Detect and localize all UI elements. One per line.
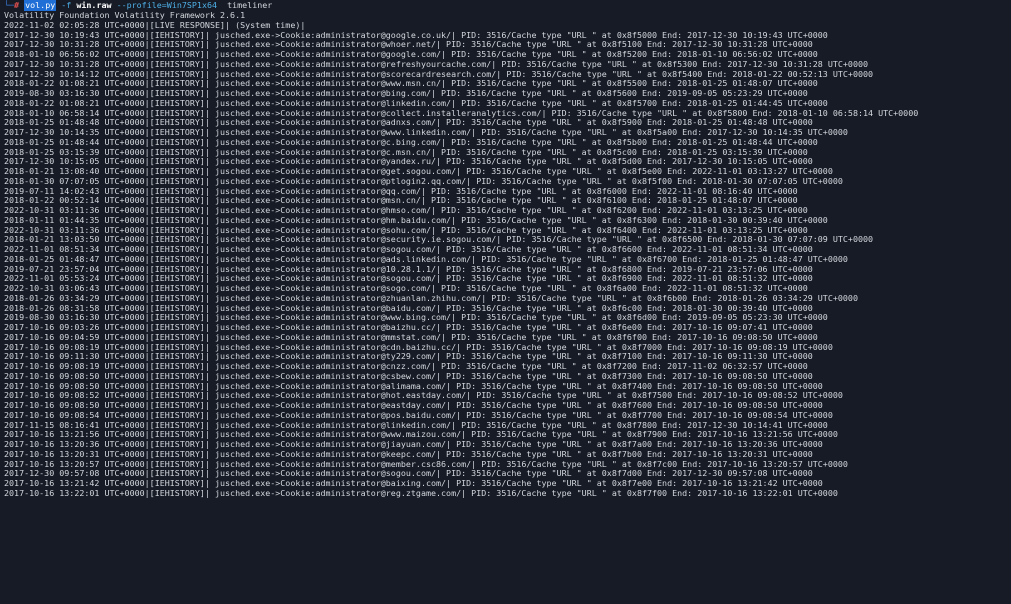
terminal-output: Volatility Foundation Volatility Framewo… [4, 11, 1011, 499]
prompt-corner: └─ [4, 0, 15, 10]
timeline-entry: 2017-10-16 09:08:19 UTC+0000|[IEHISTORY]… [4, 362, 808, 371]
timeline-entry: 2018-01-22 01:08:21 UTC+0000|[IEHISTORY]… [4, 79, 818, 89]
timeline-entry: 2017-12-30 10:31:28 UTC+0000|[IEHISTORY]… [4, 59, 869, 69]
profile-argument: --profile=Win7SP1x64 [116, 0, 218, 10]
timeline-entry: 2017-10-16 09:11:30 UTC+0000|[IEHISTORY]… [4, 352, 813, 362]
framework-banner: Volatility Foundation Volatility Framewo… [4, 11, 246, 20]
timeline-entry: 2018-01-25 01:48:48 UTC+0000|[IEHISTORY]… [4, 118, 813, 128]
timeline-entry: 2017-10-16 09:08:50 UTC+0000|[IEHISTORY]… [4, 381, 823, 391]
timeline-entry: 2017-12-30 10:14:35 UTC+0000|[IEHISTORY]… [4, 128, 848, 137]
timeline-entry: 2017-10-16 09:04:59 UTC+0000|[IEHISTORY]… [4, 332, 818, 342]
timeline-entry: 2017-11-15 08:16:41 UTC+0000|[IEHISTORY]… [4, 420, 828, 430]
plugin-name: timeliner [227, 0, 273, 10]
timeline-entry: 2019-08-30 03:16:30 UTC+0000|[IEHISTORY]… [4, 89, 808, 98]
timeline-entry: 2019-08-30 03:16:30 UTC+0000|[IEHISTORY]… [4, 313, 828, 323]
timeline-entry: 2019-07-21 23:57:04 UTC+0000|[IEHISTORY]… [4, 264, 813, 274]
timeline-entry: 2017-10-16 13:21:42 UTC+0000|[IEHISTORY]… [4, 479, 823, 488]
memory-image-file: win.raw [76, 0, 112, 10]
timeline-entry: 2018-01-10 06:56:02 UTC+0000|[IEHISTORY]… [4, 50, 818, 59]
timeline-entry: 2018-01-22 01:08:21 UTC+0000|[IEHISTORY]… [4, 98, 828, 108]
file-flag: -f [61, 0, 72, 10]
timeline-entry: 2019-07-11 14:02:43 UTC+0000|[IEHISTORY]… [4, 186, 798, 196]
timeline-entry: 2018-01-25 01:48:47 UTC+0000|[IEHISTORY]… [4, 254, 848, 264]
terminal-window[interactable]: └─ # vol.py -f win.raw --profile=Win7SP1x… [0, 0, 1011, 604]
timeline-entry: 2018-01-26 03:34:29 UTC+0000|[IEHISTORY]… [4, 293, 858, 303]
timeline-entry: 2018-01-30 07:07:05 UTC+0000|[IEHISTORY]… [4, 176, 843, 186]
timeline-entry: 2017-10-16 13:21:56 UTC+0000|[IEHISTORY]… [4, 430, 838, 440]
timeline-entry: 2018-01-25 03:15:39 UTC+0000|[IEHISTORY]… [4, 147, 808, 157]
timeline-entry: 2017-10-16 13:20:36 UTC+0000|[IEHISTORY]… [4, 440, 823, 449]
timeline-entry: 2017-10-16 13:22:01 UTC+0000|[IEHISTORY]… [4, 488, 838, 498]
timeline-entry: 2018-01-21 13:03:50 UTC+0000|[IEHISTORY]… [4, 235, 874, 245]
timeline-entry: 2022-10-31 03:11:36 UTC+0000|[IEHISTORY]… [4, 225, 808, 235]
timeline-entry: 2017-12-30 10:14:12 UTC+0000|[IEHISTORY]… [4, 69, 874, 79]
timeline-entry: 2022-10-31 03:11:36 UTC+0000|[IEHISTORY]… [4, 206, 808, 215]
timeline-entry: 2017-12-30 10:19:43 UTC+0000|[IEHISTORY]… [4, 30, 828, 40]
timeline-entry: 2022-11-02 02:05:28 UTC+0000|[LIVE RESPO… [4, 20, 306, 30]
timeline-entry: 2017-10-16 09:08:54 UTC+0000|[IEHISTORY]… [4, 410, 833, 420]
timeline-entry: 2022-11-01 08:51:34 UTC+0000|[IEHISTORY]… [4, 245, 813, 254]
timeline-entry: 2017-10-16 09:08:50 UTC+0000|[IEHISTORY]… [4, 371, 813, 381]
timeline-entry: 2017-12-30 09:57:08 UTC+0000|[IEHISTORY]… [4, 469, 813, 479]
timeline-entry: 2018-01-10 06:58:14 UTC+0000|[IEHISTORY]… [4, 108, 919, 118]
timeline-entry: 2017-10-16 09:08:50 UTC+0000|[IEHISTORY]… [4, 401, 823, 410]
command-prompt[interactable]: └─ # vol.py -f win.raw --profile=Win7SP1x… [4, 0, 1011, 11]
timeline-entry: 2017-12-30 10:15:05 UTC+0000|[IEHISTORY]… [4, 157, 813, 167]
timeline-entry: 2018-01-21 13:08:40 UTC+0000|[IEHISTORY]… [4, 167, 833, 176]
timeline-entry: 2017-10-16 09:03:26 UTC+0000|[IEHISTORY]… [4, 323, 813, 332]
timeline-entry: 2022-10-31 03:06:43 UTC+0000|[IEHISTORY]… [4, 284, 808, 293]
timeline-entry: 2017-10-16 09:08:19 UTC+0000|[IEHISTORY]… [4, 342, 833, 352]
command-name: vol.py [24, 0, 57, 11]
timeline-entry: 2022-11-01 05:53:24 UTC+0000|[IEHISTORY]… [4, 274, 813, 284]
timeline-entry: 2017-12-30 10:31:28 UTC+0000|[IEHISTORY]… [4, 40, 813, 50]
timeline-entry: 2018-01-11 01:44:35 UTC+0000|[IEHISTORY]… [4, 215, 828, 225]
timeline-entry: 2018-01-25 01:48:44 UTC+0000|[IEHISTORY]… [4, 137, 818, 147]
timeline-entry: 2017-10-16 09:08:52 UTC+0000|[IEHISTORY]… [4, 391, 843, 401]
timeline-entry: 2017-10-16 13:20:31 UTC+0000|[IEHISTORY]… [4, 449, 813, 459]
timeline-entry: 2017-10-16 13:20:57 UTC+0000|[IEHISTORY]… [4, 459, 848, 469]
timeline-entry: 2018-01-26 08:31:58 UTC+0000|[IEHISTORY]… [4, 303, 813, 313]
timeline-entry: 2018-01-22 00:52:14 UTC+0000|[IEHISTORY]… [4, 196, 798, 206]
